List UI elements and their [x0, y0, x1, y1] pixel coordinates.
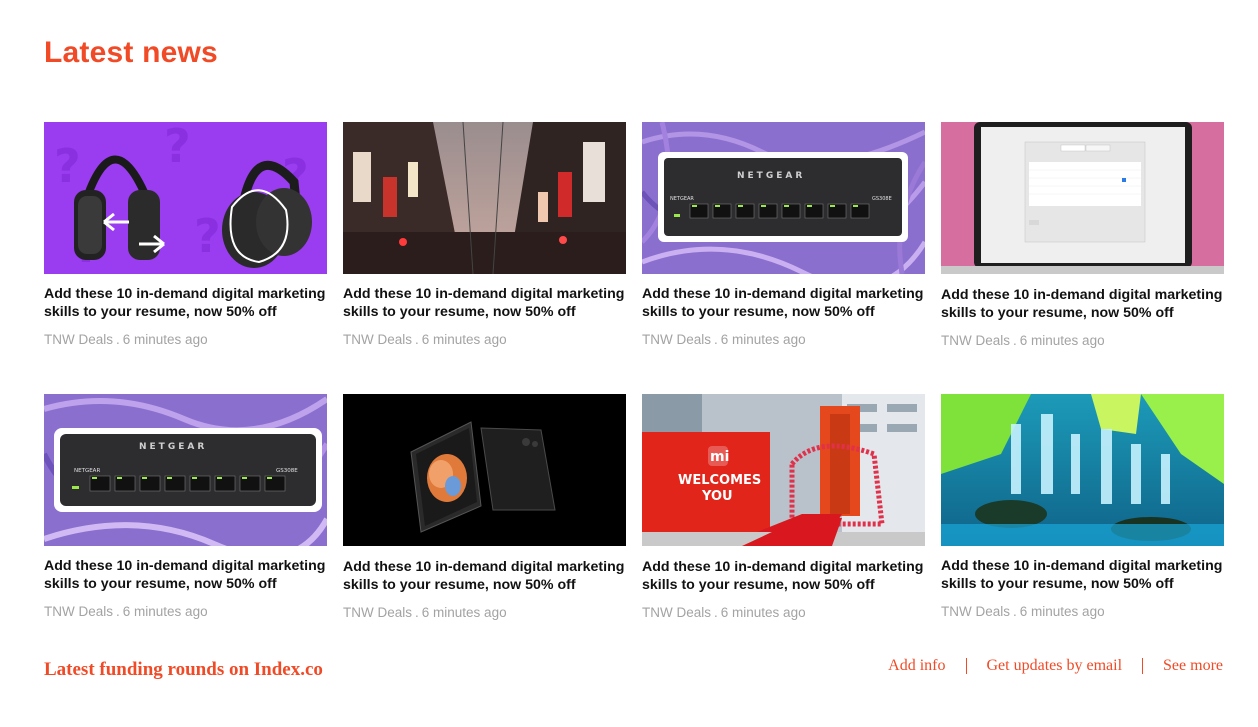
news-card[interactable]: Add these 10 in-demand digital marketing… — [343, 394, 626, 620]
article-time: 6 minutes ago — [720, 332, 806, 347]
article-source: TNW Deals — [44, 332, 114, 347]
meta-separator: . — [116, 332, 120, 347]
article-title[interactable]: Add these 10 in-demand digital marketing… — [941, 557, 1224, 593]
article-source: TNW Deals — [343, 332, 413, 347]
xiaomi-store-image[interactable]: mi WELCOMES YOU — [642, 394, 925, 546]
svg-text:?: ? — [194, 209, 221, 263]
svg-text:?: ? — [164, 122, 191, 173]
article-meta: TNW Deals. 6 minutes ago — [941, 333, 1224, 348]
article-source: TNW Deals — [941, 333, 1011, 348]
waterfall-image[interactable] — [941, 394, 1224, 546]
macbook-login-items-image[interactable] — [941, 122, 1224, 274]
news-card[interactable]: ??? ?? Add these 10 in-demand digital ma… — [44, 122, 327, 347]
article-meta: TNW Deals. 6 minutes ago — [44, 604, 327, 619]
article-meta: TNW Deals. 6 minutes ago — [343, 605, 626, 620]
article-time: 6 minutes ago — [122, 332, 208, 347]
meta-separator: . — [714, 605, 718, 620]
article-meta: TNW Deals. 6 minutes ago — [44, 332, 327, 347]
article-source: TNW Deals — [941, 604, 1011, 619]
see-more-link[interactable]: See more — [1163, 657, 1223, 675]
meta-separator: . — [116, 604, 120, 619]
article-source: TNW Deals — [44, 604, 114, 619]
section-title: Latest news — [44, 36, 218, 69]
article-meta: TNW Deals. 6 minutes ago — [642, 332, 925, 347]
article-meta: TNW Deals. 6 minutes ago — [941, 604, 1224, 619]
article-time: 6 minutes ago — [122, 604, 208, 619]
footer-divider — [1142, 658, 1144, 674]
get-updates-link[interactable]: Get updates by email — [987, 657, 1123, 675]
article-title[interactable]: Add these 10 in-demand digital marketing… — [343, 558, 626, 594]
article-title[interactable]: Add these 10 in-demand digital marketing… — [44, 285, 327, 321]
mi-logo-text: mi — [710, 449, 729, 465]
article-time: 6 minutes ago — [1019, 604, 1105, 619]
article-title[interactable]: Add these 10 in-demand digital marketing… — [642, 558, 925, 594]
meta-separator: . — [714, 332, 718, 347]
news-card[interactable]: Add these 10 in-demand digital marketing… — [941, 122, 1224, 348]
footer-actions: Add info Get updates by email See more — [888, 657, 1223, 675]
news-card[interactable]: Add these 10 in-demand digital marketing… — [941, 394, 1224, 619]
headphones-comparison-image[interactable]: ??? ?? — [44, 122, 327, 274]
news-card[interactable]: mi WELCOMES YOU Add these 10 in-demand d… — [642, 394, 925, 620]
svg-text:?: ? — [54, 139, 81, 193]
welcome-line-2: YOU — [701, 489, 733, 504]
article-time: 6 minutes ago — [1019, 333, 1105, 348]
funding-rounds-link[interactable]: Latest funding rounds on Index.co — [44, 659, 323, 681]
netgear-brand-label: NETGEAR — [139, 442, 207, 452]
netgear-model-label: GS308E — [872, 196, 892, 202]
article-time: 6 minutes ago — [720, 605, 806, 620]
netgear-brand-small: NETGEAR — [670, 196, 694, 202]
news-card[interactable]: NETGEAR NETGEAR GS308E Add these 10 in-d… — [44, 394, 327, 619]
welcome-line-1: WELCOMES — [678, 473, 761, 488]
news-card[interactable]: Add these 10 in-demand digital marketing… — [343, 122, 626, 347]
add-info-link[interactable]: Add info — [888, 657, 945, 675]
footer-divider — [965, 658, 967, 674]
article-meta: TNW Deals. 6 minutes ago — [343, 332, 626, 347]
netgear-brand-label: NETGEAR — [737, 171, 805, 181]
meta-separator: . — [1013, 604, 1017, 619]
article-source: TNW Deals — [343, 605, 413, 620]
meta-separator: . — [415, 605, 419, 620]
article-title[interactable]: Add these 10 in-demand digital marketing… — [343, 285, 626, 321]
article-time: 6 minutes ago — [421, 605, 507, 620]
article-time: 6 minutes ago — [421, 332, 507, 347]
article-meta: TNW Deals. 6 minutes ago — [642, 605, 925, 620]
article-title[interactable]: Add these 10 in-demand digital marketing… — [44, 557, 327, 593]
article-title[interactable]: Add these 10 in-demand digital marketing… — [642, 285, 925, 321]
netgear-model-label: GS308E — [276, 468, 298, 474]
meta-separator: . — [1013, 333, 1017, 348]
news-card[interactable]: NETGEAR NETGEAR GS308E Add these 10 in-d… — [642, 122, 925, 347]
netgear-switch-image[interactable]: NETGEAR NETGEAR GS308E — [642, 122, 925, 274]
netgear-brand-small: NETGEAR — [74, 468, 100, 474]
city-street-signs-image[interactable] — [343, 122, 626, 274]
article-source: TNW Deals — [642, 332, 712, 347]
article-title[interactable]: Add these 10 in-demand digital marketing… — [941, 286, 1224, 322]
meta-separator: . — [415, 332, 419, 347]
article-source: TNW Deals — [642, 605, 712, 620]
foldable-phone-image[interactable] — [343, 394, 626, 546]
netgear-switch-image[interactable]: NETGEAR NETGEAR GS308E — [44, 394, 327, 546]
